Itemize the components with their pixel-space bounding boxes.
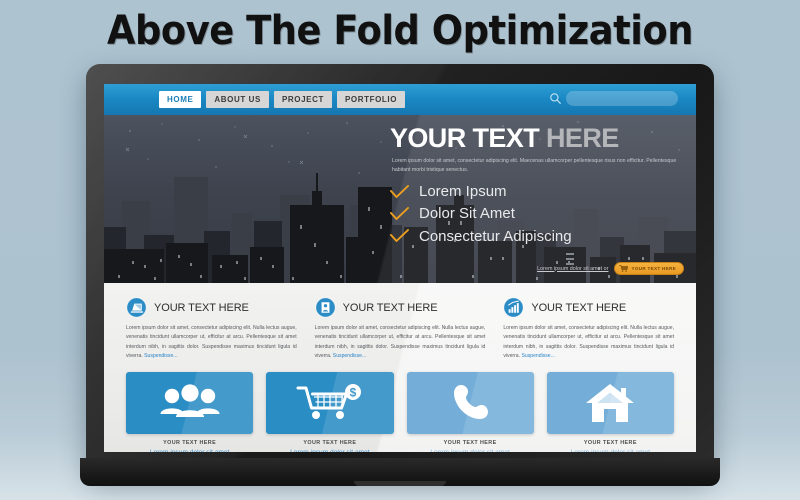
card-title: YOUR TEXT HERE: [443, 439, 497, 446]
feature-title: YOUR TEXT HERE: [154, 301, 249, 314]
site-body: YOUR TEXT HERE Lorem ipsum dolor sit ame…: [104, 283, 696, 452]
hero-bullet-list: Lorem Ipsum Dolor Sit Amet Consectetur A…: [390, 183, 686, 245]
card-tile[interactable]: [406, 371, 534, 434]
feature-title: YOUR TEXT HERE: [342, 301, 438, 314]
card-title: YOUR TEXT HERE: [163, 439, 217, 446]
poster-canvas: Above The Fold Optimization HOME ABOUT U…: [0, 0, 800, 500]
card-subtitle[interactable]: Lorem ipsum dolor sit amet: [407, 449, 534, 452]
card-row: YOUR TEXT HERE Lorem ipsum dolor sit ame…: [104, 362, 696, 452]
hero-cta-group: Lorem ipsum dolor sit amet or YOUR TEXT …: [537, 262, 684, 275]
hero-headline-strong: YOUR TEXT: [390, 123, 540, 153]
card-title: YOUR TEXT HERE: [303, 439, 357, 446]
card-tile[interactable]: [126, 371, 254, 434]
hero-section: YOUR TEXT HERE Lorem ipsum dolor sit ame…: [104, 115, 696, 283]
card-cart: $ YOUR TEXT HERE Lorem ipsum dolor sit a…: [266, 371, 394, 452]
search-icon: [550, 93, 561, 104]
card-tile[interactable]: [546, 371, 674, 434]
feature-header: YOUR TEXT HERE: [315, 297, 486, 318]
hero-bullet-item: Lorem Ipsum: [390, 183, 686, 200]
feature-link[interactable]: Suspendisse...: [333, 353, 366, 359]
hero-cta-label: YOUR TEXT HERE: [631, 266, 676, 271]
card-subtitle[interactable]: Lorem ipsum dolor sit amet: [126, 449, 253, 452]
hero-bullet-label: Dolor Sit Amet: [419, 205, 515, 223]
laptop-icon: [126, 297, 147, 318]
card-home: YOUR TEXT HERE Lorem ipsum dolor sit ame…: [546, 371, 674, 452]
nav-item-list: HOME ABOUT US PROJECT PORTFOLIO: [159, 91, 406, 108]
feature-column: YOUR TEXT HERE Lorem ipsum dolor sit ame…: [315, 297, 486, 362]
feature-columns: YOUR TEXT HERE Lorem ipsum dolor sit ame…: [104, 283, 696, 362]
feature-header: YOUR TEXT HERE: [503, 297, 674, 318]
feature-link[interactable]: Suspendisse...: [521, 353, 554, 359]
card-subtitle[interactable]: Lorem ipsum dolor sit amet: [547, 449, 674, 452]
hero-headline-light: HERE: [546, 123, 619, 153]
card-phone: YOUR TEXT HERE Lorem ipsum dolor sit ame…: [406, 371, 534, 452]
laptop-notch: [354, 481, 446, 486]
card-tile-sheen: [266, 371, 394, 434]
hero-bullet-label: Consectetur Adipiscing: [419, 227, 572, 245]
feature-column: YOUR TEXT HERE Lorem ipsum dolor sit ame…: [126, 297, 297, 362]
hero-cta-button[interactable]: YOUR TEXT HERE: [614, 262, 684, 275]
hero-subtitle: Lorem ipsum dolor sit amet, consectetur …: [392, 158, 677, 173]
page-title: Above The Fold Optimization: [107, 8, 693, 54]
card-subtitle[interactable]: Lorem ipsum dolor sit amet: [266, 449, 393, 452]
feature-text: Lorem ipsum dolor sit amet, consectetur …: [503, 324, 674, 362]
search-box[interactable]: [549, 91, 678, 106]
hero-content: YOUR TEXT HERE Lorem ipsum dolor sit ame…: [390, 125, 686, 250]
feature-title: YOUR TEXT HERE: [531, 301, 627, 314]
feature-header: YOUR TEXT HERE: [126, 297, 297, 318]
hero-headline: YOUR TEXT HERE: [390, 125, 686, 152]
card-tile-sheen: [406, 371, 534, 434]
check-icon: [390, 229, 409, 243]
bar-chart-icon: [503, 297, 524, 318]
site-navigation-bar: HOME ABOUT US PROJECT PORTFOLIO: [104, 84, 696, 115]
nav-item-portfolio[interactable]: PORTFOLIO: [336, 91, 406, 108]
card-tile-sheen: [546, 371, 674, 434]
check-icon: [390, 207, 409, 220]
nav-item-home[interactable]: HOME: [159, 91, 202, 108]
hero-bullet-label: Lorem Ipsum: [419, 183, 507, 201]
search-input[interactable]: [566, 91, 678, 106]
feature-text: Lorem ipsum dolor sit amet, consectetur …: [126, 324, 297, 362]
nav-item-project[interactable]: PROJECT: [273, 91, 332, 108]
user-portrait-icon: [315, 297, 336, 318]
hero-bullet-item: Dolor Sit Amet: [390, 205, 686, 222]
card-tile-sheen: [126, 371, 254, 434]
card-title: YOUR TEXT HERE: [583, 439, 637, 446]
feature-link[interactable]: Suspendisse...: [144, 353, 177, 359]
hero-cta-note: Lorem ipsum dolor sit amet or: [537, 265, 609, 272]
card-tile[interactable]: $: [266, 371, 394, 434]
feature-text: Lorem ipsum dolor sit amet, consectetur …: [315, 324, 486, 362]
laptop-screen: HOME ABOUT US PROJECT PORTFOLIO YOUR TEX…: [104, 84, 696, 452]
feature-column: YOUR TEXT HERE Lorem ipsum dolor sit ame…: [503, 297, 674, 362]
laptop-mockup: HOME ABOUT US PROJECT PORTFOLIO YOUR TEX…: [80, 64, 720, 486]
hero-bullet-item: Consectetur Adipiscing: [390, 228, 686, 245]
nav-item-about-us[interactable]: ABOUT US: [206, 91, 269, 108]
shopping-cart-icon: [619, 265, 629, 272]
card-people: YOUR TEXT HERE Lorem ipsum dolor sit ame…: [126, 371, 254, 452]
check-icon: [390, 184, 409, 198]
